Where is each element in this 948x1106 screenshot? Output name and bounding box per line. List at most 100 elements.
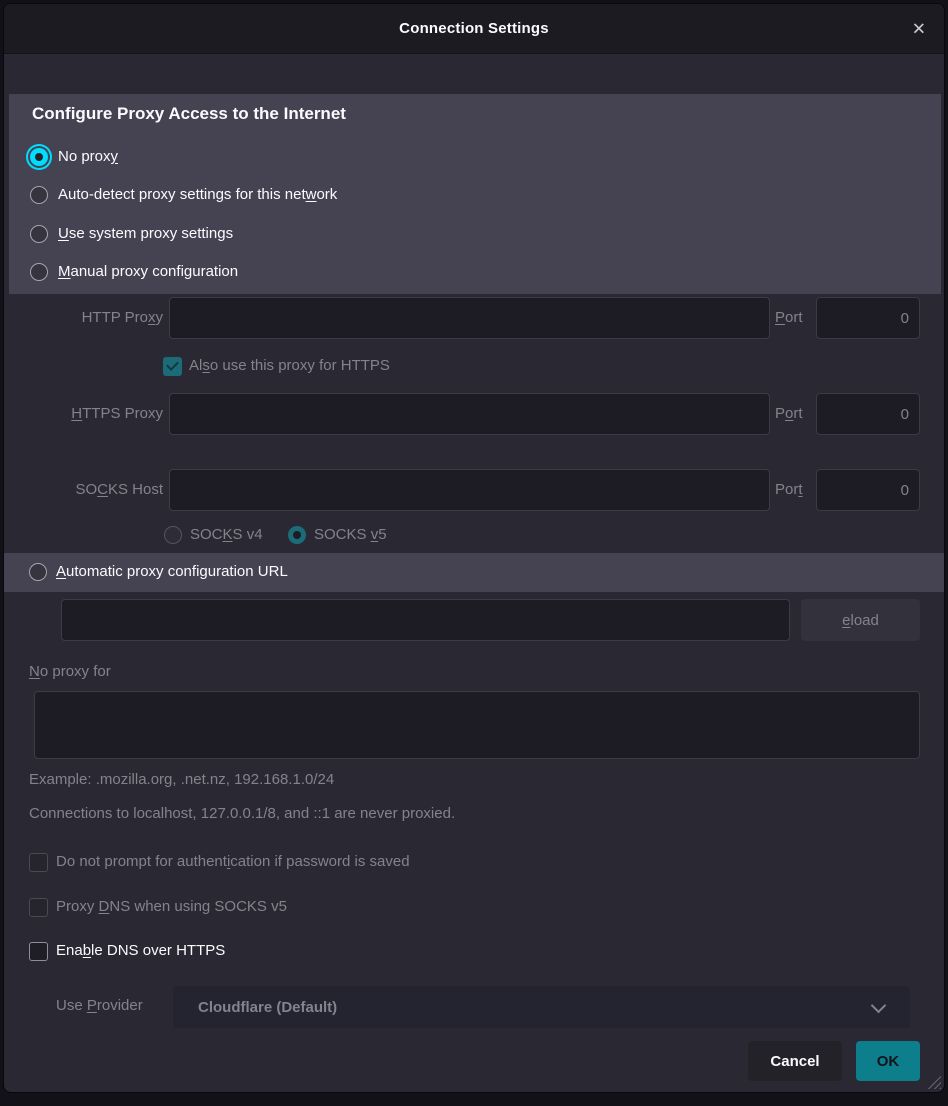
radio-auto-detect[interactable]: [30, 186, 48, 204]
button-label: e: [842, 612, 850, 629]
radio-socks-v4[interactable]: [164, 526, 182, 544]
label-post: le DNS over HTTPS: [91, 942, 225, 959]
label-post: TTPS Proxy: [82, 405, 163, 422]
no-prompt-auth-checkbox[interactable]: [29, 853, 48, 872]
https-port-input[interactable]: 0: [816, 393, 920, 435]
label-pre: Auto-detect proxy settings for this net: [58, 186, 306, 203]
radio-system-proxy-label: Use system proxy settings: [58, 224, 233, 244]
dialog-title: Connection Settings: [399, 20, 549, 37]
no-proxy-for-label: No proxy for: [29, 662, 111, 682]
radio-dot-icon: [293, 531, 301, 539]
label-post: y: [156, 309, 164, 326]
https-proxy-input[interactable]: [169, 393, 770, 435]
radio-manual-proxy[interactable]: [30, 263, 48, 281]
label-post: KS Host: [108, 481, 163, 498]
label-pre: SOCKS: [314, 526, 371, 543]
cancel-button[interactable]: Cancel: [748, 1041, 842, 1081]
http-port-label: Port: [775, 308, 803, 328]
label-accesskey: y: [111, 148, 119, 165]
also-https-checkbox[interactable]: [163, 357, 182, 376]
no-proxy-example-text: Example: .mozilla.org, .net.nz, 192.168.…: [29, 770, 334, 790]
chevron-down-icon: [871, 998, 887, 1014]
label-post: se system proxy settings: [69, 225, 233, 242]
radio-system-proxy[interactable]: [30, 225, 48, 243]
http-proxy-input[interactable]: [169, 297, 770, 339]
radio-auto-url-label: Automatic proxy configuration URL: [56, 562, 288, 582]
reload-button[interactable]: eload: [801, 599, 920, 641]
label-accesskey: w: [306, 186, 317, 203]
label-pre: SOC: [190, 526, 223, 543]
label-post: S v4: [233, 526, 263, 543]
ok-button[interactable]: OK: [856, 1041, 920, 1081]
socks-host-label: SOCKS Host: [29, 480, 163, 500]
label-pre: SO: [75, 481, 97, 498]
provider-select[interactable]: Cloudflare (Default): [173, 986, 910, 1028]
label-accesskey: P: [775, 309, 785, 326]
label-accesskey: s: [202, 357, 210, 374]
screen: Connection Settings ✕ Configure Proxy Ac…: [0, 0, 948, 1106]
radio-no-proxy-label: No proxy: [58, 147, 118, 167]
label-post: o proxy for: [40, 663, 111, 680]
port-value: 0: [901, 406, 909, 423]
label-accesskey: A: [56, 563, 66, 580]
label-post: utomatic proxy configuration URL: [66, 563, 288, 580]
label-pre: Ena: [56, 942, 83, 959]
panel-heading: Configure Proxy Access to the Internet: [32, 104, 346, 124]
radio-socks-v4-label: SOCKS v4: [190, 525, 263, 545]
socks-port-label: Port: [775, 480, 803, 500]
radio-socks-v5[interactable]: [288, 526, 306, 544]
no-prompt-auth-label: Do not prompt for authentication if pass…: [56, 852, 410, 872]
provider-selected-value: Cloudflare (Default): [198, 999, 337, 1016]
socks-port-input[interactable]: 0: [816, 469, 920, 511]
use-provider-label: Use Provider: [56, 996, 143, 1016]
no-proxy-for-textarea[interactable]: [34, 691, 920, 759]
label-post: rovider: [97, 997, 143, 1014]
label-post: anual proxy configuration: [71, 263, 239, 280]
enable-doh-label: Enable DNS over HTTPS: [56, 941, 225, 961]
https-port-label: Port: [775, 404, 803, 424]
label-pre: Al: [189, 357, 202, 374]
label-accesskey: C: [97, 481, 108, 498]
label-accesskey: U: [58, 225, 69, 242]
label-post: ork: [316, 186, 337, 203]
connection-settings-dialog: Connection Settings ✕ Configure Proxy Ac…: [3, 3, 945, 1093]
https-proxy-label: HTTPS Proxy: [29, 404, 163, 424]
label-accesskey: H: [71, 405, 82, 422]
label-accesskey: K: [223, 526, 233, 543]
proxy-dns-checkbox[interactable]: [29, 898, 48, 917]
radio-dot-icon: [35, 153, 43, 161]
check-icon: [166, 358, 179, 371]
http-port-input[interactable]: 0: [816, 297, 920, 339]
label-accesskey: D: [99, 898, 110, 915]
label-accesskey: x: [148, 309, 156, 326]
radio-socks-v5-label: SOCKS v5: [314, 525, 387, 545]
label-post: cation if password is saved: [230, 853, 409, 870]
radio-auto-detect-label: Auto-detect proxy settings for this netw…: [58, 185, 337, 205]
label-post: ort: [785, 309, 803, 326]
label-pre: No prox: [58, 148, 111, 165]
label-pre: Do not prompt for authent: [56, 853, 227, 870]
label-accesskey: t: [798, 481, 802, 498]
label-post: 5: [378, 526, 386, 543]
label-accesskey: e: [842, 612, 850, 629]
label-accesskey: M: [58, 263, 71, 280]
auto-url-input[interactable]: [61, 599, 790, 641]
http-proxy-label: HTTP Proxy: [29, 308, 163, 328]
label-accesskey: P: [87, 997, 97, 1014]
label-pre: Proxy: [56, 898, 99, 915]
radio-auto-url[interactable]: [29, 563, 47, 581]
label-post: o use this proxy for HTTPS: [210, 357, 390, 374]
close-icon[interactable]: ✕: [912, 20, 926, 37]
localhost-note-text: Connections to localhost, 127.0.0.1/8, a…: [29, 804, 455, 824]
enable-doh-checkbox[interactable]: [29, 942, 48, 961]
label-accesskey: N: [29, 663, 40, 680]
proxy-dns-label: Proxy DNS when using SOCKS v5: [56, 897, 287, 917]
label-post: NS when using SOCKS v5: [109, 898, 287, 915]
label-accesskey: b: [83, 942, 91, 959]
socks-host-input[interactable]: [169, 469, 770, 511]
label-post: rt: [793, 405, 802, 422]
label-pre: Por: [775, 481, 798, 498]
dialog-titlebar: Connection Settings ✕: [4, 4, 944, 54]
radio-no-proxy[interactable]: [30, 148, 48, 166]
resize-grip[interactable]: [925, 1075, 941, 1089]
